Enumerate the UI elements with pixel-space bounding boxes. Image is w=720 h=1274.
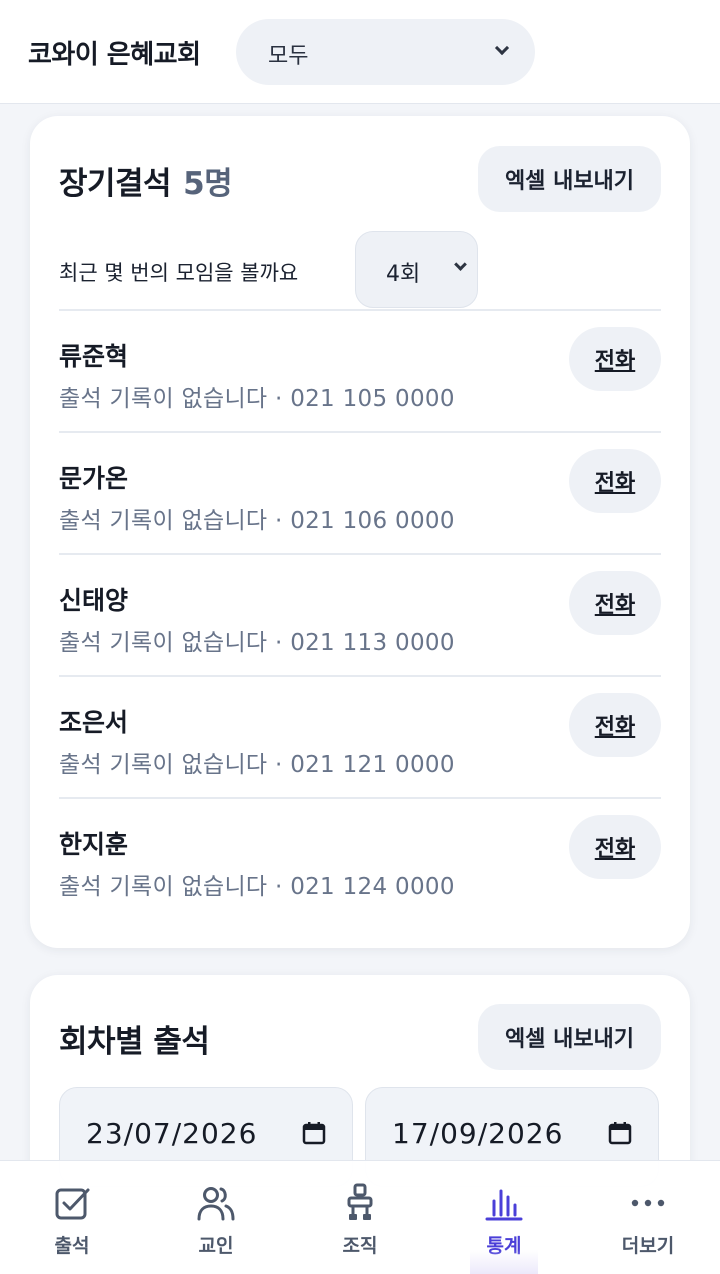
meeting-count-value: 4회 xyxy=(386,262,421,287)
org-chart-icon xyxy=(347,1183,373,1220)
list-item: 신태양 출석 기록이 없습니다 · 021 113 0000 전화 xyxy=(59,553,661,675)
group-filter-select[interactable]: 모두 xyxy=(236,19,535,85)
call-button[interactable]: 전화 xyxy=(569,571,661,635)
bottom-nav: 출석 교인 조직 통계 더보기 xyxy=(0,1160,720,1274)
nav-item-attendance[interactable]: 출석 xyxy=(0,1161,144,1274)
absent-member-list: 류준혁 출석 기록이 없습니다 · 021 105 0000 전화 문가온 출석… xyxy=(59,309,661,919)
nav-label: 출석 xyxy=(54,1235,90,1257)
app-header: 코와이 은혜교회 모두 xyxy=(0,0,720,104)
call-button[interactable]: 전화 xyxy=(569,693,661,757)
start-date-value: 23/07/2026 xyxy=(86,1117,258,1150)
member-name: 신태양 xyxy=(59,586,129,615)
list-item: 한지훈 출석 기록이 없습니다 · 021 124 0000 전화 xyxy=(59,797,661,919)
list-item: 류준혁 출석 기록이 없습니다 · 021 105 0000 전화 xyxy=(59,309,661,431)
export-excel-button[interactable]: 엑셀 내보내기 xyxy=(478,146,661,212)
long-absence-title: 장기결석 5명 xyxy=(59,166,233,202)
nav-label: 교인 xyxy=(198,1235,234,1257)
chevron-down-icon xyxy=(454,258,467,271)
call-button[interactable]: 전화 xyxy=(569,449,661,513)
chevron-down-icon xyxy=(494,40,510,56)
member-name: 문가온 xyxy=(59,464,129,493)
more-dots-icon xyxy=(631,1199,665,1207)
member-status: 출석 기록이 없습니다 · 021 124 0000 xyxy=(59,874,455,900)
session-attendance-title: 회차별 출석 xyxy=(59,1024,210,1060)
calendar-icon[interactable] xyxy=(608,1121,632,1145)
meeting-count-select[interactable]: 4회 xyxy=(355,231,478,308)
check-square-icon xyxy=(55,1188,90,1220)
church-name: 코와이 은혜교회 xyxy=(28,40,201,70)
end-date-value: 17/09/2026 xyxy=(392,1117,564,1150)
list-item: 조은서 출석 기록이 없습니다 · 021 121 0000 전화 xyxy=(59,675,661,797)
nav-label: 더보기 xyxy=(621,1235,675,1257)
list-item: 문가온 출석 기록이 없습니다 · 021 106 0000 전화 xyxy=(59,431,661,553)
call-button[interactable]: 전화 xyxy=(569,327,661,391)
member-status: 출석 기록이 없습니다 · 021 113 0000 xyxy=(59,630,455,656)
absence-count: 5명 xyxy=(183,166,233,202)
member-name: 류준혁 xyxy=(59,342,129,371)
export-excel-button[interactable]: 엑셀 내보내기 xyxy=(478,1004,661,1070)
nav-item-statistics[interactable]: 통계 xyxy=(432,1161,576,1274)
member-name: 한지훈 xyxy=(59,830,129,859)
nav-label: 통계 xyxy=(486,1235,522,1257)
nav-item-organization[interactable]: 조직 xyxy=(288,1161,432,1274)
recent-meetings-label: 최근 몇 번의 모임을 볼까요 xyxy=(59,261,299,285)
member-status: 출석 기록이 없습니다 · 021 106 0000 xyxy=(59,508,455,534)
bar-chart-icon xyxy=(485,1189,523,1221)
member-status: 출석 기록이 없습니다 · 021 105 0000 xyxy=(59,386,455,412)
member-status: 출석 기록이 없습니다 · 021 121 0000 xyxy=(59,752,455,778)
group-filter-value: 모두 xyxy=(268,44,309,69)
people-icon xyxy=(197,1187,235,1221)
member-name: 조은서 xyxy=(59,708,129,737)
nav-item-members[interactable]: 교인 xyxy=(144,1161,288,1274)
calendar-icon[interactable] xyxy=(302,1121,326,1145)
long-absence-card: 장기결석 5명 엑셀 내보내기 최근 몇 번의 모임을 볼까요 4회 류준혁 출석… xyxy=(30,116,690,948)
nav-item-more[interactable]: 더보기 xyxy=(576,1161,720,1274)
call-button[interactable]: 전화 xyxy=(569,815,661,879)
nav-label: 조직 xyxy=(342,1235,378,1257)
